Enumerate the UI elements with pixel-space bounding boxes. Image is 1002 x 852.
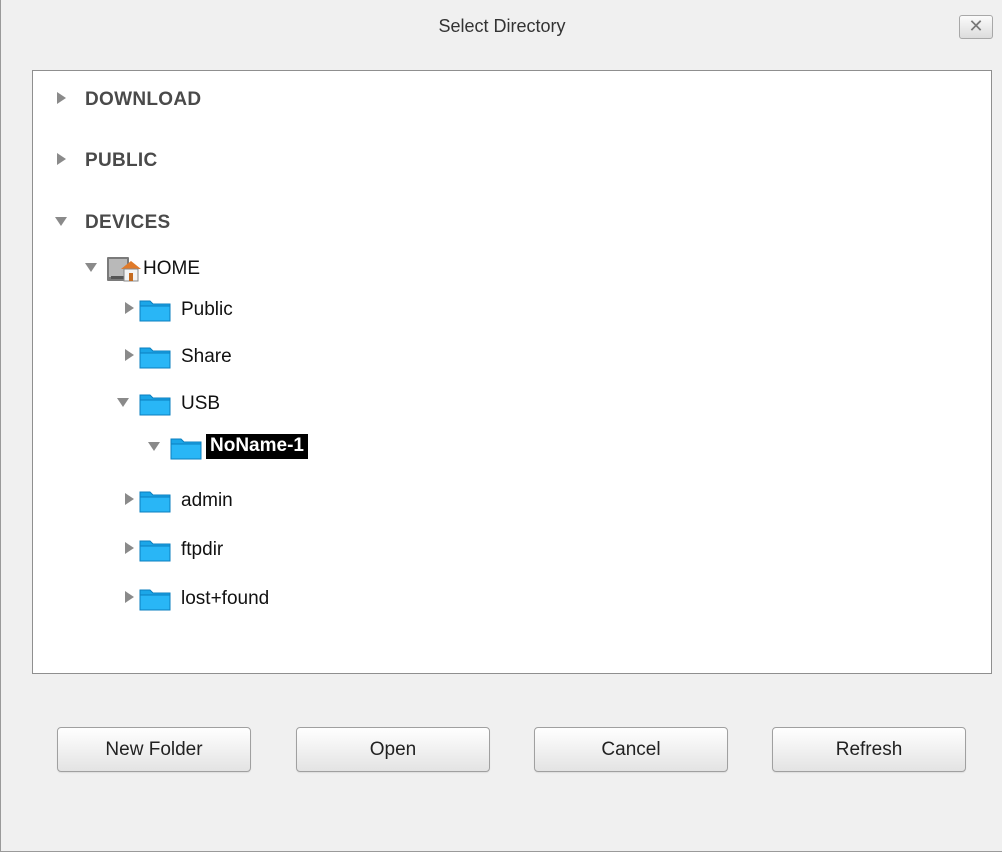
collapse-arrow-icon[interactable]: [85, 263, 97, 272]
folder-icon: [139, 394, 171, 416]
folder-icon: [139, 347, 171, 369]
tree-folder-ftpdir[interactable]: ftpdir: [123, 536, 343, 566]
tree-node-label: ftpdir: [181, 539, 224, 560]
folder-icon: [139, 491, 171, 513]
tree-node-label: Public: [181, 299, 233, 320]
close-button[interactable]: ✕: [959, 15, 993, 39]
tree-node-label: admin: [181, 490, 233, 511]
tree-folder-admin[interactable]: admin: [123, 487, 343, 517]
tree-node-label: Share: [181, 346, 232, 367]
tree-node-label: lost+found: [181, 588, 270, 609]
expand-arrow-icon[interactable]: [57, 92, 66, 104]
open-button[interactable]: Open: [296, 727, 490, 772]
tree-folder-share[interactable]: Share: [123, 343, 343, 373]
collapse-arrow-icon[interactable]: [55, 217, 67, 226]
folder-icon: [170, 438, 202, 460]
expand-arrow-icon[interactable]: [57, 153, 66, 165]
tree-node-label: USB: [181, 393, 221, 414]
section-label: DEVICES: [85, 212, 171, 233]
tree-folder-noname-1[interactable]: NoName-1: [148, 434, 388, 464]
expand-arrow-icon[interactable]: [125, 349, 134, 361]
expand-arrow-icon[interactable]: [125, 493, 134, 505]
tree-node-label-selected: NoName-1: [206, 434, 308, 459]
cancel-button[interactable]: Cancel: [534, 727, 728, 772]
new-folder-button[interactable]: New Folder: [57, 727, 251, 772]
collapse-arrow-icon[interactable]: [117, 398, 129, 407]
folder-icon: [139, 300, 171, 322]
folder-icon: [139, 589, 171, 611]
collapse-arrow-icon[interactable]: [148, 442, 160, 451]
section-label: PUBLIC: [85, 150, 158, 171]
dialog-titlebar: Select Directory ✕: [1, 0, 1002, 52]
vertical-scrollbar[interactable]: [991, 71, 992, 673]
tree-folder-lost-found[interactable]: lost+found: [123, 585, 363, 615]
close-icon: ✕: [968, 16, 984, 36]
tree-node-home[interactable]: HOME: [85, 255, 285, 285]
expand-arrow-icon[interactable]: [125, 542, 134, 554]
refresh-button[interactable]: Refresh: [772, 727, 966, 772]
expand-arrow-icon[interactable]: [125, 591, 134, 603]
directory-tree[interactable]: DOWNLOAD PUBLIC DEVICES HOME Public Shar…: [32, 70, 992, 674]
tree-folder-public[interactable]: Public: [123, 296, 343, 326]
dialog-title: Select Directory: [438, 16, 566, 36]
tree-folder-usb[interactable]: USB: [117, 390, 337, 420]
folder-icon: [139, 540, 171, 562]
tree-node-label: HOME: [143, 258, 200, 279]
home-drive-icon: [107, 257, 141, 282]
expand-arrow-icon[interactable]: [125, 302, 134, 314]
select-directory-dialog: Select Directory ✕ DOWNLOAD PUBLIC DEVIC…: [0, 0, 1002, 852]
section-label: DOWNLOAD: [85, 89, 202, 110]
